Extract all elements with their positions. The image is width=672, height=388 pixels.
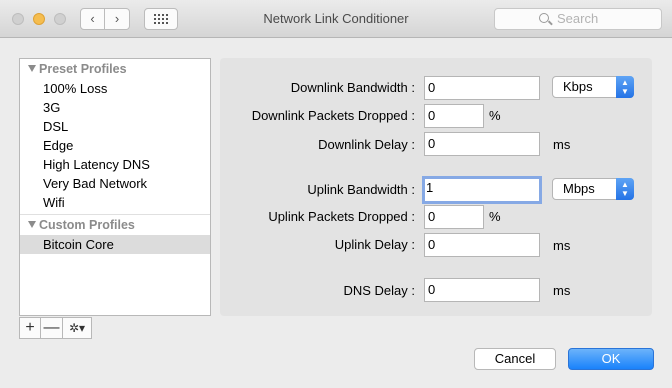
back-button[interactable]: ‹ (80, 8, 105, 30)
downlink-dropped-unit: % (489, 108, 501, 123)
grid-icon (154, 14, 168, 24)
custom-profiles-header[interactable]: Custom Profiles (20, 215, 210, 235)
chevron-right-icon: › (114, 11, 120, 26)
uplink-unit-select[interactable]: Mbps ▲ ▼ (552, 178, 634, 200)
uplink-delay-field[interactable]: 0 (424, 233, 540, 257)
minimize-window-button[interactable] (33, 13, 45, 25)
downlink-dropped-label: Downlink Packets Dropped : (251, 108, 415, 123)
profile-item-edge[interactable]: Edge (20, 136, 210, 155)
uplink-bandwidth-field[interactable]: 1 (422, 176, 542, 204)
dns-delay-label: DNS Delay : (343, 283, 415, 298)
downlink-delay-label: Downlink Delay : (318, 137, 415, 152)
uplink-dropped-field[interactable]: 0 (424, 205, 484, 229)
cancel-button[interactable]: Cancel (474, 348, 556, 370)
window: ‹ › Network Link Conditioner Search Pres… (0, 0, 672, 388)
titlebar: ‹ › Network Link Conditioner Search (0, 0, 672, 38)
downlink-bandwidth-label: Downlink Bandwidth : (290, 80, 415, 95)
profile-item-very-bad-network[interactable]: Very Bad Network (20, 174, 210, 193)
uplink-dropped-unit: % (489, 209, 501, 224)
uplink-delay-unit: ms (553, 238, 571, 253)
downlink-dropped-field[interactable]: 0 (424, 104, 484, 128)
zoom-window-button[interactable] (54, 13, 66, 25)
dns-delay-unit: ms (553, 283, 571, 298)
profile-item-100-loss[interactable]: 100% Loss (20, 79, 210, 98)
disclosure-triangle-icon (28, 221, 36, 228)
dns-delay-field[interactable]: 0 (424, 278, 540, 302)
uplink-bandwidth-label: Uplink Bandwidth : (307, 182, 415, 197)
updown-arrows-icon: ▲ ▼ (616, 178, 634, 200)
profile-list: Preset Profiles 100% Loss 3G DSL Edge Hi… (19, 58, 211, 316)
profile-item-3g[interactable]: 3G (20, 98, 210, 117)
show-all-button[interactable] (144, 8, 178, 30)
search-icon (539, 13, 549, 23)
downlink-bandwidth-field[interactable]: 0 (424, 76, 540, 100)
forward-button[interactable]: › (105, 8, 130, 30)
uplink-delay-label: Uplink Delay : (334, 237, 415, 252)
profile-item-wifi[interactable]: Wifi (20, 193, 210, 212)
close-window-button[interactable] (12, 13, 24, 25)
updown-arrows-icon: ▲ ▼ (616, 76, 634, 98)
remove-profile-button[interactable]: — (41, 317, 63, 339)
preset-profiles-header[interactable]: Preset Profiles (20, 59, 210, 79)
downlink-delay-unit: ms (553, 137, 571, 152)
window-title: Network Link Conditioner (263, 11, 409, 26)
profile-toolbar: + — ✲▾ (19, 317, 92, 339)
uplink-dropped-label: Uplink Packets Dropped : (268, 209, 415, 224)
chevron-left-icon: ‹ (90, 11, 95, 26)
profile-item-high-latency-dns[interactable]: High Latency DNS (20, 155, 210, 174)
gear-icon[interactable]: ✲▾ (63, 317, 92, 339)
search-input[interactable]: Search (494, 8, 662, 30)
search-placeholder: Search (557, 11, 599, 26)
add-profile-button[interactable]: + (19, 317, 41, 339)
profile-item-dsl[interactable]: DSL (20, 117, 210, 136)
downlink-delay-field[interactable]: 0 (424, 132, 540, 156)
disclosure-triangle-icon (28, 65, 36, 72)
downlink-unit-select[interactable]: Kbps ▲ ▼ (552, 76, 634, 98)
profile-item-bitcoin-core[interactable]: Bitcoin Core (20, 235, 210, 254)
ok-button[interactable]: OK (568, 348, 654, 370)
